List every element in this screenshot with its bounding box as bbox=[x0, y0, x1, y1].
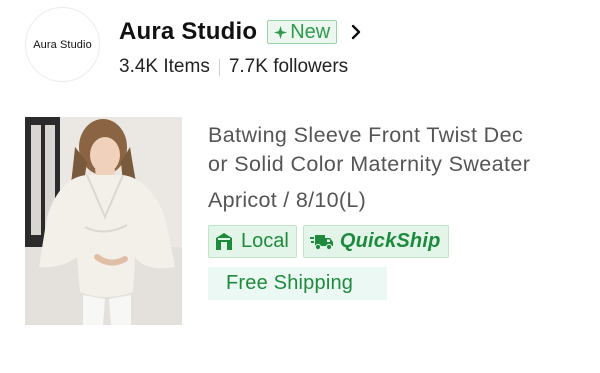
items-count: 3.4K Items bbox=[119, 56, 210, 77]
truck-icon bbox=[309, 235, 333, 250]
product-title-line-2: or Solid Color Maternity Sweater bbox=[208, 152, 531, 176]
store-logo-text: Aura Studio bbox=[33, 38, 92, 51]
tag-local: Local bbox=[208, 225, 297, 258]
product-card[interactable]: Batwing Sleeve Front Twist Dec or Solid … bbox=[0, 110, 600, 340]
product-title[interactable]: Batwing Sleeve Front Twist Dec or Solid … bbox=[208, 121, 600, 179]
sparkle-icon bbox=[274, 25, 288, 39]
chevron-right-icon[interactable] bbox=[350, 24, 362, 40]
free-shipping-label: Free Shipping bbox=[208, 267, 387, 300]
store-header: Aura Studio Aura Studio New 3.4K Items 7… bbox=[0, 0, 600, 100]
store-name: Aura Studio bbox=[119, 18, 258, 45]
product-photo bbox=[25, 117, 182, 325]
product-variant[interactable]: Apricot / 8/10(L) bbox=[208, 188, 366, 213]
store-icon bbox=[216, 233, 232, 250]
store-name-link[interactable]: Aura Studio New bbox=[119, 17, 362, 47]
stat-divider bbox=[218, 58, 220, 76]
product-title-line-1: Batwing Sleeve Front Twist Dec bbox=[208, 123, 524, 147]
product-image[interactable] bbox=[25, 117, 182, 325]
store-logo[interactable]: Aura Studio bbox=[25, 7, 100, 82]
new-badge-label: New bbox=[290, 20, 331, 43]
followers-count: 7.7K followers bbox=[228, 56, 349, 77]
tag-row: Local QuickShip bbox=[208, 225, 449, 258]
new-badge: New bbox=[267, 20, 338, 44]
store-stats: 3.4K Items 7.7K followers bbox=[119, 55, 348, 79]
tag-quickship: QuickShip bbox=[302, 225, 449, 258]
tag-local-label: Local bbox=[241, 230, 289, 252]
tag-quickship-label: QuickShip bbox=[339, 230, 441, 252]
